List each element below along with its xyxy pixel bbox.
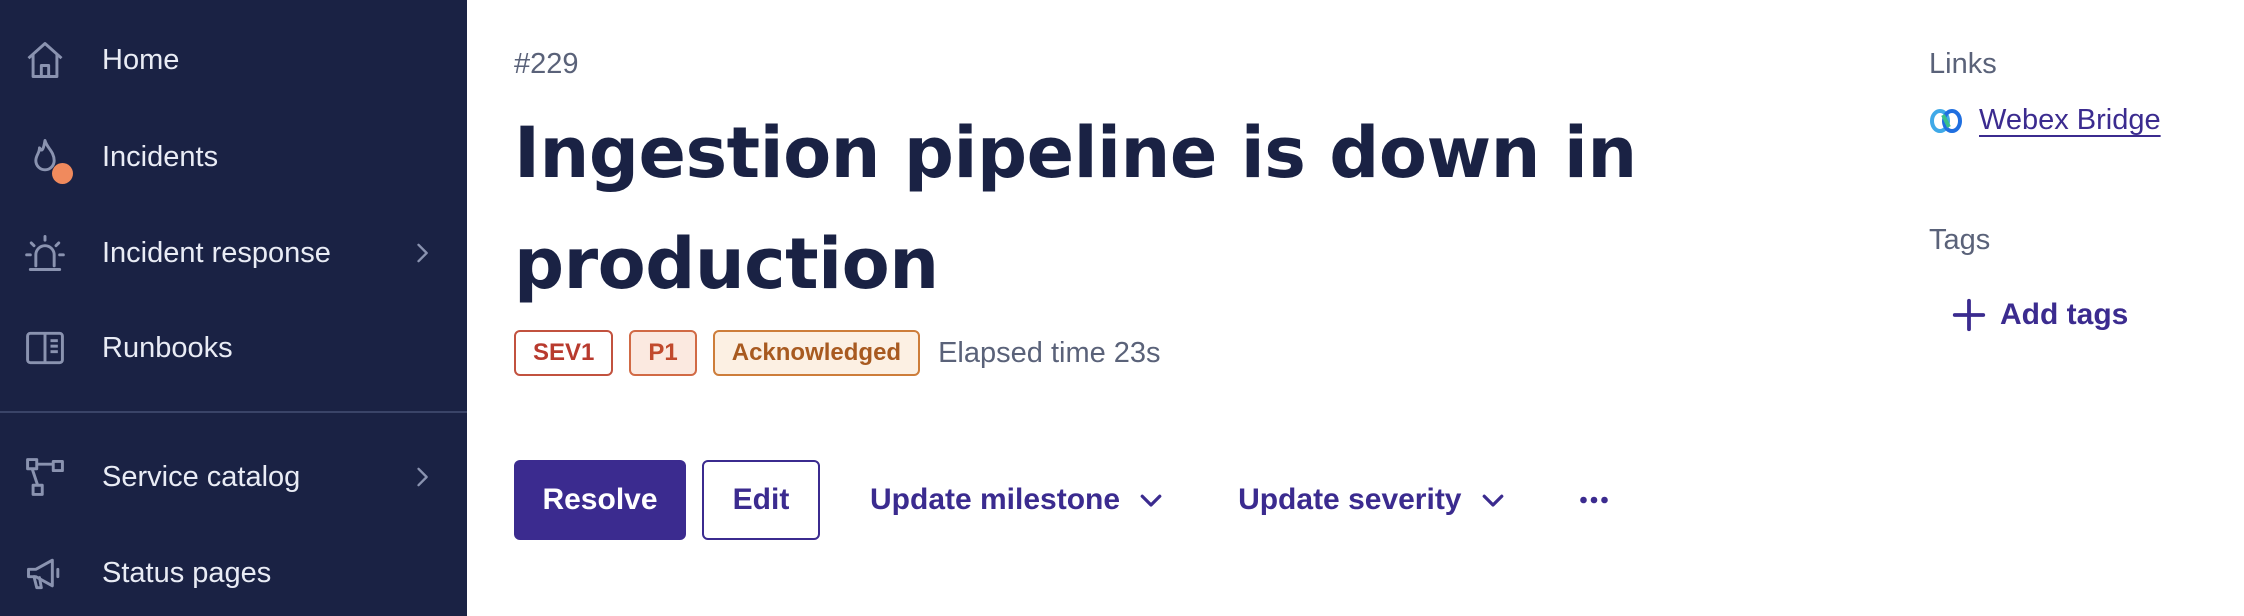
webex-bridge-link[interactable]: Webex Bridge [1979, 104, 2161, 137]
sidebar-item-label: Home [102, 43, 180, 76]
sidebar-item-label: Status pages [102, 556, 272, 589]
sidebar-item-incidents[interactable]: Incidents [0, 122, 467, 192]
priority-badge[interactable]: P1 [629, 330, 697, 376]
elapsed-time: Elapsed time 23s [938, 336, 1161, 369]
sidebar-item-status-pages[interactable]: Status pages [0, 538, 467, 608]
edit-button[interactable]: Edit [702, 460, 820, 540]
update-severity-button[interactable]: Update severity [1238, 483, 1507, 517]
incident-chips: SEV1 P1 Acknowledged Elapsed time 23s [514, 330, 1161, 376]
chevron-right-icon [408, 463, 436, 491]
sidebar-item-home[interactable]: Home [0, 25, 467, 95]
tags-heading: Tags [1929, 224, 1991, 256]
resolve-button[interactable]: Resolve [514, 460, 686, 540]
add-tags-button[interactable]: Add tags [1950, 296, 2128, 334]
sidebar: Home Incidents Incident response Runbook… [0, 0, 467, 616]
links-heading: Links [1929, 48, 1997, 80]
home-icon [22, 37, 68, 83]
sidebar-item-runbooks[interactable]: Runbooks [0, 313, 467, 383]
app: Home Incidents Incident response Runbook… [0, 0, 2244, 616]
chevron-right-icon [408, 239, 436, 267]
plus-icon [1952, 298, 1986, 332]
megaphone-icon [22, 550, 68, 596]
graph-icon [22, 454, 68, 500]
sidebar-item-label: Incidents [102, 140, 219, 173]
sidebar-divider [0, 411, 467, 413]
sidebar-item-label: Incident response [102, 236, 331, 269]
status-badge[interactable]: Acknowledged [712, 330, 921, 376]
sidebar-item-service-catalog[interactable]: Service catalog [0, 442, 467, 512]
action-bar: Resolve Edit Update milestone Update sev… [514, 460, 1614, 540]
notification-dot [52, 163, 73, 184]
incident-id: #229 [514, 48, 579, 80]
sidebar-item-label: Service catalog [102, 460, 301, 493]
page-title: Ingestion pipeline is down in production [514, 112, 1637, 305]
siren-icon [22, 230, 68, 276]
more-horizontal-icon [1579, 496, 1608, 504]
link-item[interactable]: Webex Bridge [1929, 104, 2161, 137]
chevron-down-icon [1482, 494, 1503, 507]
update-severity-label: Update severity [1238, 483, 1462, 516]
severity-badge[interactable]: SEV1 [514, 330, 614, 376]
chevron-down-icon [1140, 494, 1162, 507]
sidebar-item-incident-response[interactable]: Incident response [0, 218, 467, 288]
add-tags-label: Add tags [2000, 298, 2129, 331]
sidebar-item-label: Runbooks [102, 331, 233, 364]
update-milestone-button[interactable]: Update milestone [870, 483, 1166, 517]
book-icon [22, 325, 68, 371]
webex-icon [1930, 108, 1962, 133]
more-actions-button[interactable] [1574, 480, 1614, 520]
update-milestone-label: Update milestone [870, 483, 1121, 516]
